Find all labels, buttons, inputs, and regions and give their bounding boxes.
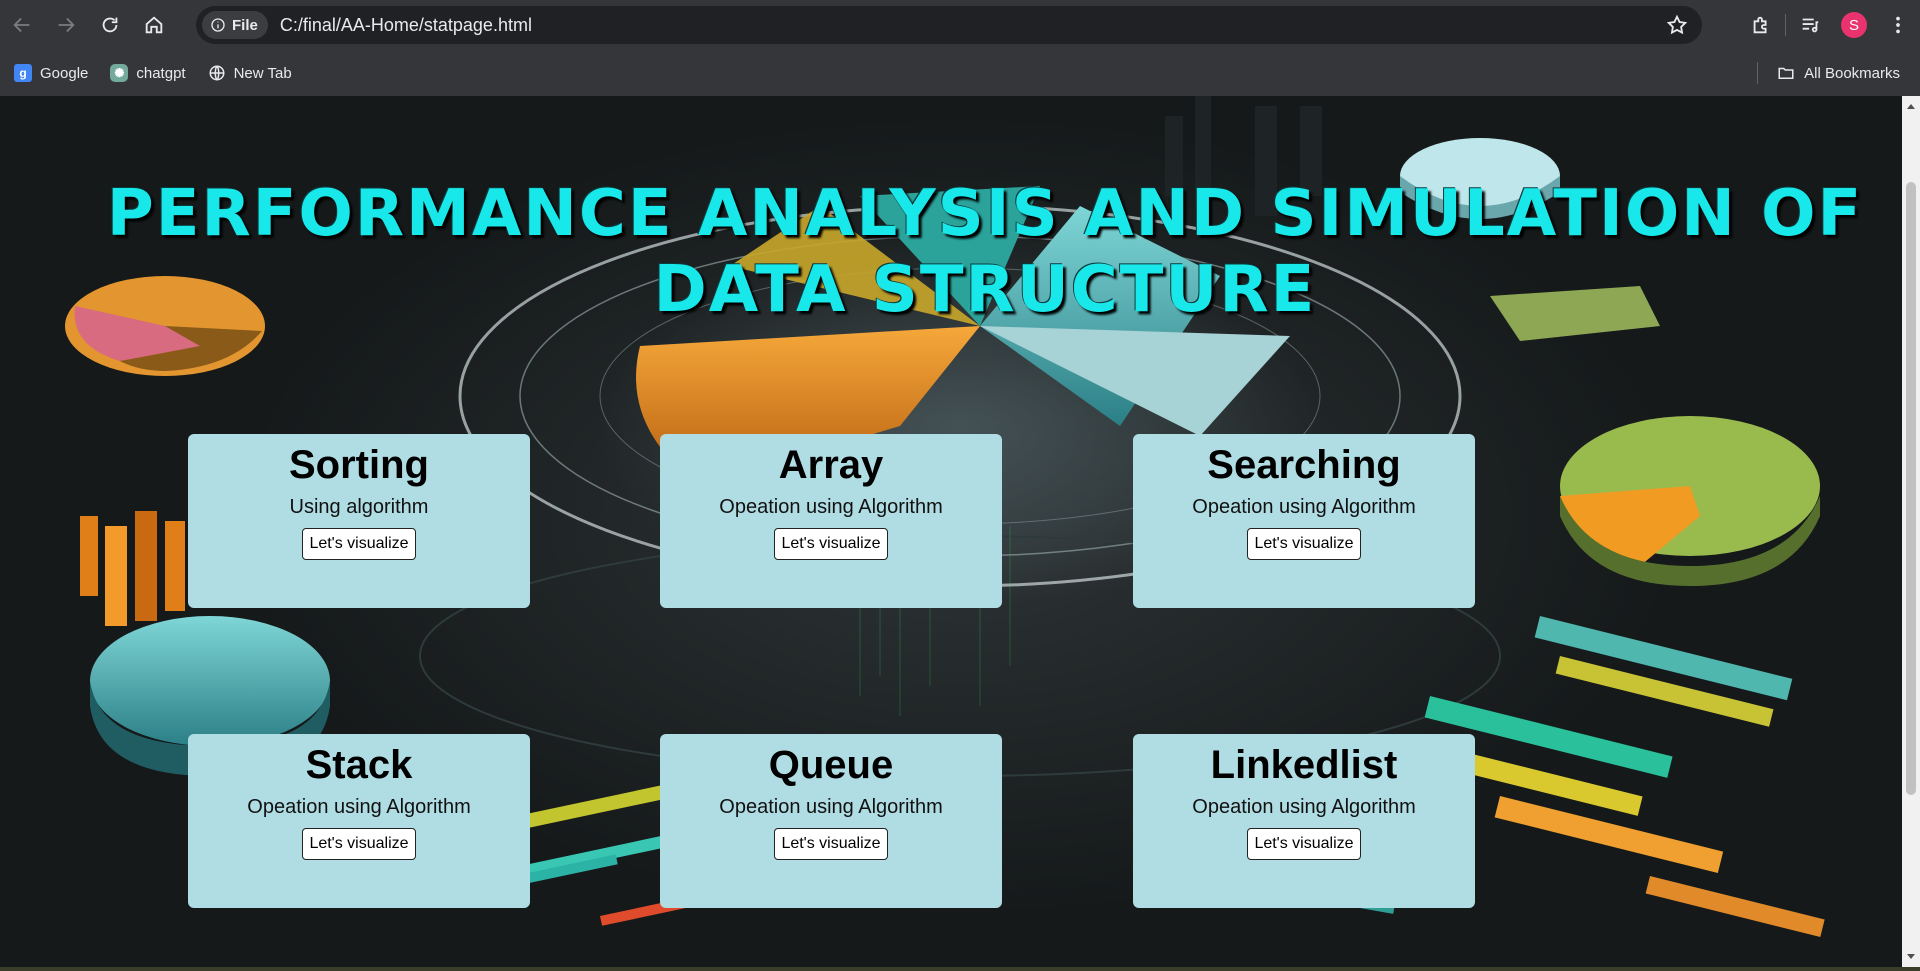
arrow-left-icon: [13, 17, 30, 33]
address-bar[interactable]: File C:/final/AA-Home/statpage.html: [196, 6, 1702, 44]
arrow-right-icon: [58, 17, 75, 33]
reload-button[interactable]: [88, 3, 132, 47]
puzzle-icon: [1753, 16, 1767, 34]
card-array: Array Opeation using Algorithm Let's vis…: [660, 434, 1002, 608]
window-bottom-edge: [0, 967, 1920, 971]
file-chip-label: File: [232, 16, 258, 34]
extensions-button[interactable]: [1739, 3, 1783, 47]
toolbar-separator: [1785, 14, 1786, 36]
card-title: Sorting: [289, 443, 429, 487]
scroll-down-arrow[interactable]: [1907, 954, 1915, 959]
card-title: Array: [778, 443, 884, 487]
playlist-icon: [1802, 18, 1819, 33]
page-title: PERFORMANCE ANALYSIS AND SIMULATION OF D…: [106, 177, 1864, 327]
back-button[interactable]: [0, 3, 44, 47]
browser-toolbar: File C:/final/AA-Home/statpage.html S: [0, 0, 1920, 50]
bookmark-label: Google: [40, 64, 89, 82]
card-title: Linkedlist: [1210, 743, 1398, 787]
home-button[interactable]: [132, 3, 176, 47]
chatgpt-icon: ✺: [110, 64, 129, 82]
card-queue: Queue Opeation using Algorithm Let's vis…: [660, 734, 1002, 908]
card-subtitle: Using algorithm: [289, 496, 429, 518]
folder-icon: [1778, 67, 1794, 79]
all-bookmarks-button[interactable]: All Bookmarks: [1776, 50, 1900, 96]
home-icon: [145, 16, 163, 34]
forward-button[interactable]: [44, 3, 88, 47]
more-vertical-icon: [1896, 16, 1900, 34]
card-linkedlist: Linkedlist Opeation using Algorithm Let'…: [1133, 734, 1475, 908]
reload-icon: [102, 17, 118, 33]
bookmark-new-tab[interactable]: New Tab: [208, 64, 292, 82]
page-scrollbar[interactable]: [1902, 96, 1920, 967]
card-title: Searching: [1207, 443, 1401, 487]
card-title: Stack: [305, 743, 413, 787]
visualize-sorting-button[interactable]: Let's visualize: [302, 528, 416, 560]
menu-button[interactable]: [1876, 3, 1920, 47]
visualize-searching-button[interactable]: Let's visualize: [1247, 528, 1361, 560]
globe-icon: [208, 64, 226, 82]
profile-button[interactable]: S: [1832, 3, 1876, 47]
card-subtitle: Opeation using Algorithm: [719, 496, 943, 518]
bookmark-google[interactable]: g Google: [14, 64, 88, 82]
card-searching: Searching Opeation using Algorithm Let's…: [1133, 434, 1475, 608]
card-sorting: Sorting Using algorithm Let's visualize: [188, 434, 530, 608]
bookmark-star-icon[interactable]: [1666, 14, 1688, 36]
bookmarks-bar: g Google ✺ chatgpt New Tab All Bookmarks: [0, 50, 1920, 96]
bookmark-label: New Tab: [233, 64, 292, 82]
google-icon: g: [14, 64, 32, 82]
visualize-queue-button[interactable]: Let's visualize: [774, 828, 888, 860]
scroll-thumb[interactable]: [1906, 182, 1916, 795]
card-subtitle: Opeation using Algorithm: [1192, 496, 1416, 518]
card-subtitle: Opeation using Algorithm: [247, 796, 471, 818]
visualize-linkedlist-button[interactable]: Let's visualize: [1247, 828, 1361, 860]
site-info-chip[interactable]: File: [202, 11, 268, 39]
card-stack: Stack Opeation using Algorithm Let's vis…: [188, 734, 530, 908]
card-subtitle: Opeation using Algorithm: [1192, 796, 1416, 818]
bookmark-chatgpt[interactable]: ✺ chatgpt: [110, 64, 186, 82]
url-text[interactable]: C:/final/AA-Home/statpage.html: [280, 15, 532, 36]
bookmark-label: chatgpt: [136, 64, 186, 82]
page-viewport: PERFORMANCE ANALYSIS AND SIMULATION OF D…: [0, 96, 1920, 967]
visualize-stack-button[interactable]: Let's visualize: [302, 828, 416, 860]
visualize-array-button[interactable]: Let's visualize: [774, 528, 888, 560]
scroll-up-arrow[interactable]: [1907, 104, 1915, 109]
avatar: S: [1841, 12, 1867, 38]
card-title: Queue: [768, 743, 894, 787]
card-subtitle: Opeation using Algorithm: [719, 796, 943, 818]
info-icon: [211, 18, 225, 32]
all-bookmarks-label: All Bookmarks: [1804, 64, 1900, 82]
media-controls-button[interactable]: [1788, 3, 1832, 47]
bookmarks-divider: [1757, 62, 1758, 84]
